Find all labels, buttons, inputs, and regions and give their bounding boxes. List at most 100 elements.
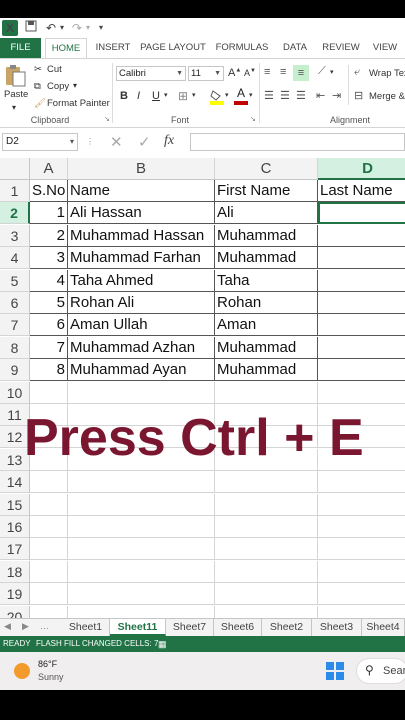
- cell-d17[interactable]: [318, 538, 405, 561]
- align-right-icon[interactable]: ☰: [296, 89, 306, 102]
- align-center-icon[interactable]: ☰: [280, 89, 290, 102]
- chevron-down-icon[interactable]: ▾: [70, 134, 74, 150]
- cell-a18[interactable]: [30, 560, 68, 583]
- cell-d5[interactable]: [318, 270, 405, 292]
- cut-button[interactable]: Cut: [47, 64, 62, 75]
- cell-b19[interactable]: [68, 583, 215, 606]
- row-header-7[interactable]: 7: [0, 314, 30, 337]
- tab-data[interactable]: DATA: [278, 38, 312, 58]
- paste-button[interactable]: Paste: [4, 89, 28, 100]
- align-top-icon[interactable]: ≡: [264, 66, 270, 78]
- row-header-1[interactable]: 1: [0, 180, 30, 202]
- cell-a1[interactable]: S.No: [30, 180, 68, 202]
- spreadsheet-grid[interactable]: ABCD 1 2 3 4 5 6 7 8 9 10 11 12 13 14 15 16 17 18 19 20 S.N…: [0, 156, 405, 618]
- redo-dropdown-icon[interactable]: ▾: [84, 20, 92, 36]
- cell-c10[interactable]: [215, 381, 318, 404]
- font-color-icon[interactable]: A: [234, 87, 248, 105]
- row-header-17[interactable]: 17: [0, 538, 30, 561]
- cell-a9[interactable]: 8: [30, 359, 68, 382]
- cell-d7[interactable]: [318, 314, 405, 337]
- cell-b20[interactable]: [68, 605, 215, 618]
- paste-dropdown-icon[interactable]: ▾: [12, 103, 16, 112]
- cell-d19[interactable]: [318, 583, 405, 606]
- sheet-tab-sheet4[interactable]: Sheet4: [362, 619, 405, 636]
- italic-button[interactable]: I: [137, 90, 140, 102]
- cell-d6[interactable]: [318, 292, 405, 314]
- sheet-tab-sheet2[interactable]: Sheet2: [262, 619, 312, 636]
- cell-a17[interactable]: [30, 538, 68, 561]
- cell-a4[interactable]: 3: [30, 247, 68, 270]
- cell-b8[interactable]: Muhammad Azhan: [68, 336, 215, 359]
- row-header-19[interactable]: 19: [0, 583, 30, 606]
- cell-a6[interactable]: 5: [30, 292, 68, 314]
- decrease-font-icon[interactable]: A▼: [244, 68, 256, 78]
- row-header-14[interactable]: 14: [0, 471, 30, 494]
- cell-a20[interactable]: [30, 605, 68, 618]
- cell-c2[interactable]: Ali: [215, 202, 318, 225]
- cell-a7[interactable]: 6: [30, 314, 68, 337]
- windows-start-icon[interactable]: [326, 662, 344, 680]
- row-header-10[interactable]: 10: [0, 381, 30, 404]
- orientation-icon[interactable]: ⟋: [318, 65, 326, 78]
- cell-d14[interactable]: [318, 471, 405, 494]
- cell-c16[interactable]: [215, 516, 318, 538]
- cell-b1[interactable]: Name: [68, 180, 215, 202]
- cell-b3[interactable]: Muhammad Hassan: [68, 224, 215, 247]
- cell-d10[interactable]: [318, 382, 405, 404]
- cell-b4[interactable]: Muhammad Farhan: [68, 247, 215, 270]
- cell-c19[interactable]: [215, 583, 318, 606]
- fill-color-dropdown-icon[interactable]: ▾: [225, 91, 229, 99]
- cell-b9[interactable]: Muhammad Ayan: [68, 359, 215, 382]
- cell-d20[interactable]: [318, 606, 405, 618]
- column-header-d[interactable]: D: [318, 158, 405, 180]
- cell-c20[interactable]: [215, 605, 318, 618]
- cell-c3[interactable]: Muhammad: [215, 224, 318, 247]
- underline-dropdown-icon[interactable]: ▾: [164, 91, 168, 99]
- row-header-4[interactable]: 4: [0, 247, 30, 270]
- orientation-dropdown-icon[interactable]: ▾: [330, 68, 334, 76]
- cell-d2[interactable]: [318, 202, 405, 225]
- fill-color-icon[interactable]: [210, 89, 224, 105]
- align-middle-icon[interactable]: ≡: [280, 66, 286, 78]
- undo-dropdown-icon[interactable]: ▾: [58, 20, 66, 36]
- row-header-9[interactable]: 9: [0, 359, 30, 382]
- increase-font-icon[interactable]: A▲: [228, 67, 241, 79]
- cell-a5[interactable]: 4: [30, 269, 68, 292]
- cell-b10[interactable]: [68, 381, 215, 404]
- cell-c8[interactable]: Muhammad: [215, 336, 318, 359]
- cell-b5[interactable]: Taha Ahmed: [68, 269, 215, 292]
- cell-c4[interactable]: Muhammad: [215, 247, 318, 270]
- cell-c18[interactable]: [215, 560, 318, 583]
- customize-qat-icon[interactable]: ▾: [96, 20, 106, 36]
- cell-b18[interactable]: [68, 560, 215, 583]
- cell-d4[interactable]: [318, 247, 405, 270]
- decrease-indent-icon[interactable]: ⇤: [316, 89, 325, 102]
- cell-d3[interactable]: [318, 225, 405, 247]
- cell-b17[interactable]: [68, 538, 215, 561]
- align-bottom-icon[interactable]: ≡: [293, 65, 309, 81]
- column-header-b[interactable]: B: [68, 158, 215, 180]
- tab-home[interactable]: HOME: [45, 38, 87, 58]
- tab-insert[interactable]: INSERT: [92, 38, 134, 58]
- cancel-icon[interactable]: ✕: [110, 133, 123, 151]
- column-header-a[interactable]: A: [30, 158, 68, 180]
- row-header-2[interactable]: 2: [0, 202, 30, 225]
- tab-file[interactable]: FILE: [0, 38, 41, 58]
- clipboard-launcher-icon[interactable]: ↘: [104, 115, 110, 123]
- row-header-5[interactable]: 5: [0, 269, 30, 292]
- redo-icon[interactable]: ↷: [70, 20, 84, 36]
- font-size-select[interactable]: 11 ▼: [188, 66, 224, 81]
- font-launcher-icon[interactable]: ↘: [250, 115, 256, 123]
- cell-a14[interactable]: [30, 471, 68, 494]
- save-icon[interactable]: [24, 20, 38, 36]
- sheet-tab-sheet3[interactable]: Sheet3: [312, 619, 362, 636]
- paste-icon[interactable]: [4, 63, 26, 87]
- sun-weather-icon[interactable]: [14, 663, 30, 679]
- underline-button[interactable]: U: [152, 90, 160, 102]
- column-header-c[interactable]: C: [215, 158, 318, 180]
- merge-center-button[interactable]: Merge &: [369, 91, 405, 102]
- cell-c5[interactable]: Taha: [215, 269, 318, 292]
- cell-c7[interactable]: Aman: [215, 314, 318, 337]
- tab-page-layout[interactable]: PAGE LAYOUT: [138, 38, 208, 58]
- cell-d16[interactable]: [318, 516, 405, 538]
